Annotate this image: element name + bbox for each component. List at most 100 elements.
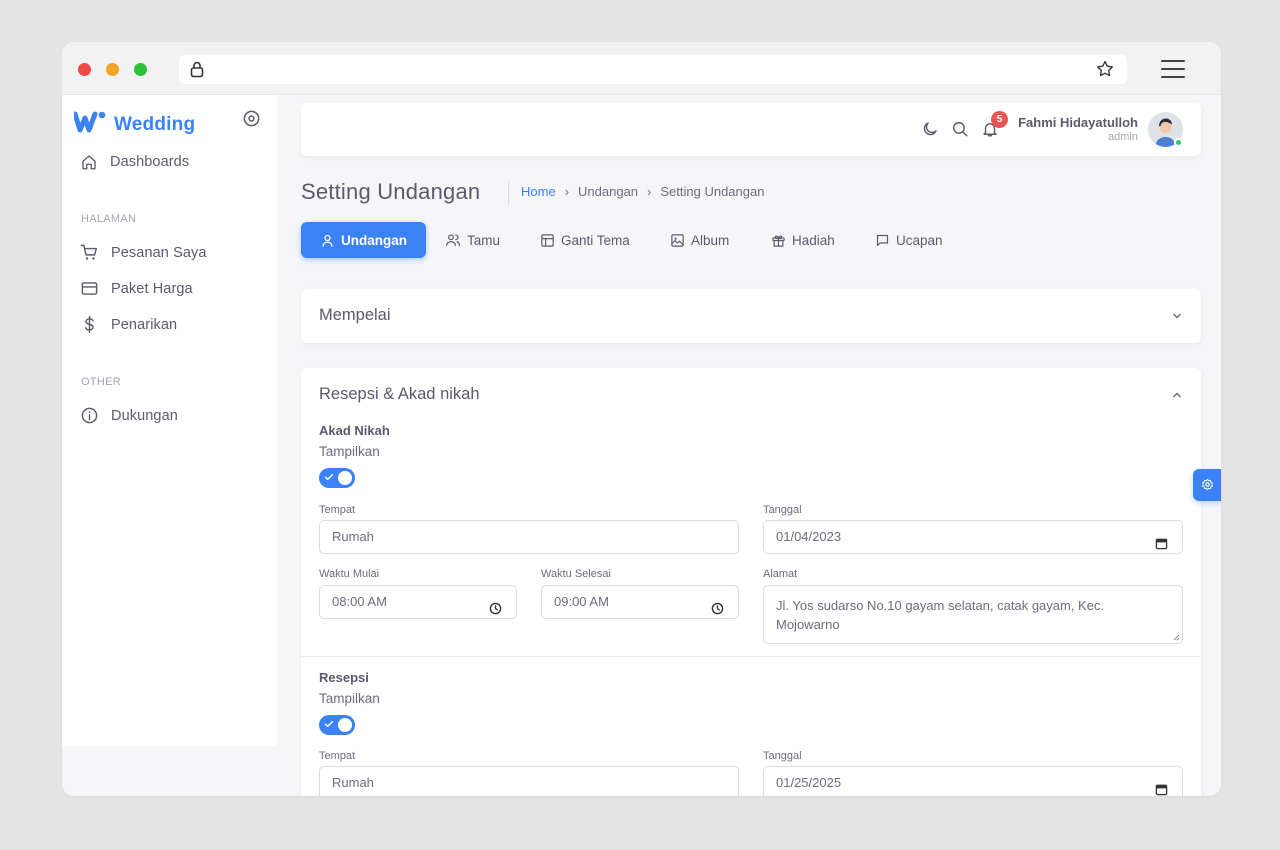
akad-show-toggle[interactable] (319, 468, 355, 488)
akad-selesai-input[interactable]: 09:00 AM (541, 585, 739, 619)
tab-undangan[interactable]: Undangan (301, 222, 426, 258)
akad-mulai-input[interactable]: 08:00 AM (319, 585, 517, 619)
sidebar-item-penarikan[interactable]: Penarikan (80, 315, 177, 334)
bookmark-star-icon[interactable] (1095, 59, 1115, 84)
chevron-right-icon: › (564, 184, 570, 199)
minimize-window-button[interactable] (106, 63, 119, 76)
sidebar-item-label: Penarikan (111, 316, 178, 333)
sidebar-item-label: Paket Harga (111, 280, 193, 297)
clock-icon[interactable] (489, 595, 502, 618)
mempelai-card: Mempelai (301, 289, 1201, 343)
breadcrumb-current: Setting Undangan (660, 184, 765, 199)
akad-alamat-label: Alamat (763, 568, 798, 580)
mempelai-header[interactable]: Mempelai (319, 306, 391, 325)
resepsi-akad-header[interactable]: Resepsi & Akad nikah (319, 385, 480, 404)
tab-ganti-tema[interactable]: Ganti Tema (540, 222, 630, 258)
sidebar-item-dukungan[interactable]: Dukungan (80, 406, 178, 425)
app-content: Wedding Dashboards HALAMAN Pesanan Saya … (62, 95, 1221, 796)
sidebar-item-label: Dukungan (111, 407, 178, 424)
resepsi-akad-card: Resepsi & Akad nikah Akad Nikah Tampilka… (301, 368, 1201, 796)
calendar-icon[interactable] (1155, 776, 1168, 796)
check-icon (324, 720, 334, 728)
page-title: Setting Undangan (301, 179, 481, 204)
akad-show-label: Tampilkan (319, 444, 380, 459)
breadcrumb-home[interactable]: Home (521, 184, 556, 199)
akad-title: Akad Nikah (319, 423, 390, 438)
akad-tempat-label: Tempat (319, 504, 356, 516)
akad-selesai-label: Waktu Selesai (541, 568, 611, 580)
users-icon (446, 234, 460, 246)
tab-label: Album (691, 232, 730, 248)
resepsi-show-toggle[interactable] (319, 715, 355, 735)
browser-menu-icon[interactable] (1161, 59, 1191, 81)
brand-name: Wedding (114, 113, 196, 135)
akad-alamat-value: Jl. Yos sudarso No.10 gayam selatan, cat… (776, 598, 1105, 632)
moon-icon[interactable] (921, 120, 939, 143)
akad-mulai-label: Waktu Mulai (319, 568, 380, 580)
toggle-knob (338, 718, 352, 732)
breadcrumb: Home › Undangan › Setting Undangan (521, 184, 764, 199)
resepsi-tanggal-input[interactable]: 01/25/2025 (763, 766, 1183, 796)
tab-label: Hadiah (792, 232, 835, 248)
title-divider (508, 181, 509, 205)
cart-icon (80, 244, 97, 260)
credit-card-icon (81, 282, 98, 295)
resepsi-tanggal-label: Tanggal (763, 750, 802, 762)
address-bar[interactable] (179, 55, 1127, 84)
info-icon (81, 407, 98, 424)
sidebar-item-label: Dashboards (110, 154, 190, 170)
layout-icon (541, 233, 554, 247)
akad-tanggal-value: 01/04/2023 (776, 529, 842, 544)
gear-icon (1202, 478, 1213, 491)
chevron-up-icon[interactable] (1171, 388, 1183, 406)
toggle-knob (338, 471, 352, 485)
tab-hadiah[interactable]: Hadiah (771, 222, 835, 258)
notification-badge: 5 (991, 111, 1008, 128)
akad-tempat-input[interactable]: Rumah (319, 520, 739, 554)
calendar-icon[interactable] (1155, 530, 1168, 553)
user-icon (322, 234, 333, 247)
tab-ucapan[interactable]: Ucapan (875, 222, 943, 258)
sidebar-toggle-icon[interactable] (242, 109, 261, 133)
resepsi-tempat-input[interactable]: Rumah (319, 766, 739, 796)
resize-grip-icon[interactable] (1172, 633, 1180, 641)
tab-label: Ganti Tema (561, 232, 630, 248)
dollar-icon (84, 315, 94, 334)
sidebar-item-paket-harga[interactable]: Paket Harga (80, 279, 193, 298)
akad-tanggal-input[interactable]: 01/04/2023 (763, 520, 1183, 554)
sidebar-item-dashboards[interactable]: Dashboards (80, 153, 189, 171)
section-divider (301, 656, 1201, 657)
browser-titlebar (62, 42, 1221, 95)
top-navbar: 5 Fahmi Hidayatulloh admin (301, 103, 1201, 156)
section-label-other: OTHER (81, 376, 121, 388)
customizer-button[interactable] (1193, 469, 1221, 501)
message-icon (876, 234, 889, 246)
user-name: Fahmi Hidayatulloh (1018, 115, 1138, 130)
gift-icon (772, 234, 785, 247)
akad-alamat-textarea[interactable]: Jl. Yos sudarso No.10 gayam selatan, cat… (763, 585, 1183, 644)
online-status-dot (1174, 138, 1183, 147)
section-label-halaman: HALAMAN (81, 213, 137, 225)
check-icon (324, 473, 334, 481)
brand-logo[interactable]: Wedding (72, 111, 196, 138)
clock-icon[interactable] (711, 595, 724, 618)
lock-icon (189, 60, 205, 83)
resepsi-tanggal-value: 01/25/2025 (776, 775, 842, 790)
akad-selesai-value: 09:00 AM (554, 594, 609, 609)
tab-label: Ucapan (896, 232, 943, 248)
close-window-button[interactable] (78, 63, 91, 76)
wedding-logo-icon (72, 111, 106, 138)
tab-album[interactable]: Album (670, 222, 729, 258)
breadcrumb-undangan[interactable]: Undangan (578, 184, 638, 199)
tab-tamu[interactable]: Tamu (445, 222, 500, 258)
user-role: admin (1108, 131, 1138, 143)
maximize-window-button[interactable] (134, 63, 147, 76)
akad-tempat-value: Rumah (332, 529, 374, 544)
chevron-down-icon[interactable] (1171, 309, 1183, 327)
sidebar-item-pesanan-saya[interactable]: Pesanan Saya (80, 243, 207, 262)
home-icon (82, 155, 96, 170)
akad-mulai-value: 08:00 AM (332, 594, 387, 609)
akad-tanggal-label: Tanggal (763, 504, 802, 516)
main-area: 5 Fahmi Hidayatulloh admin Setting Undan… (301, 95, 1201, 796)
search-icon[interactable] (951, 120, 969, 143)
